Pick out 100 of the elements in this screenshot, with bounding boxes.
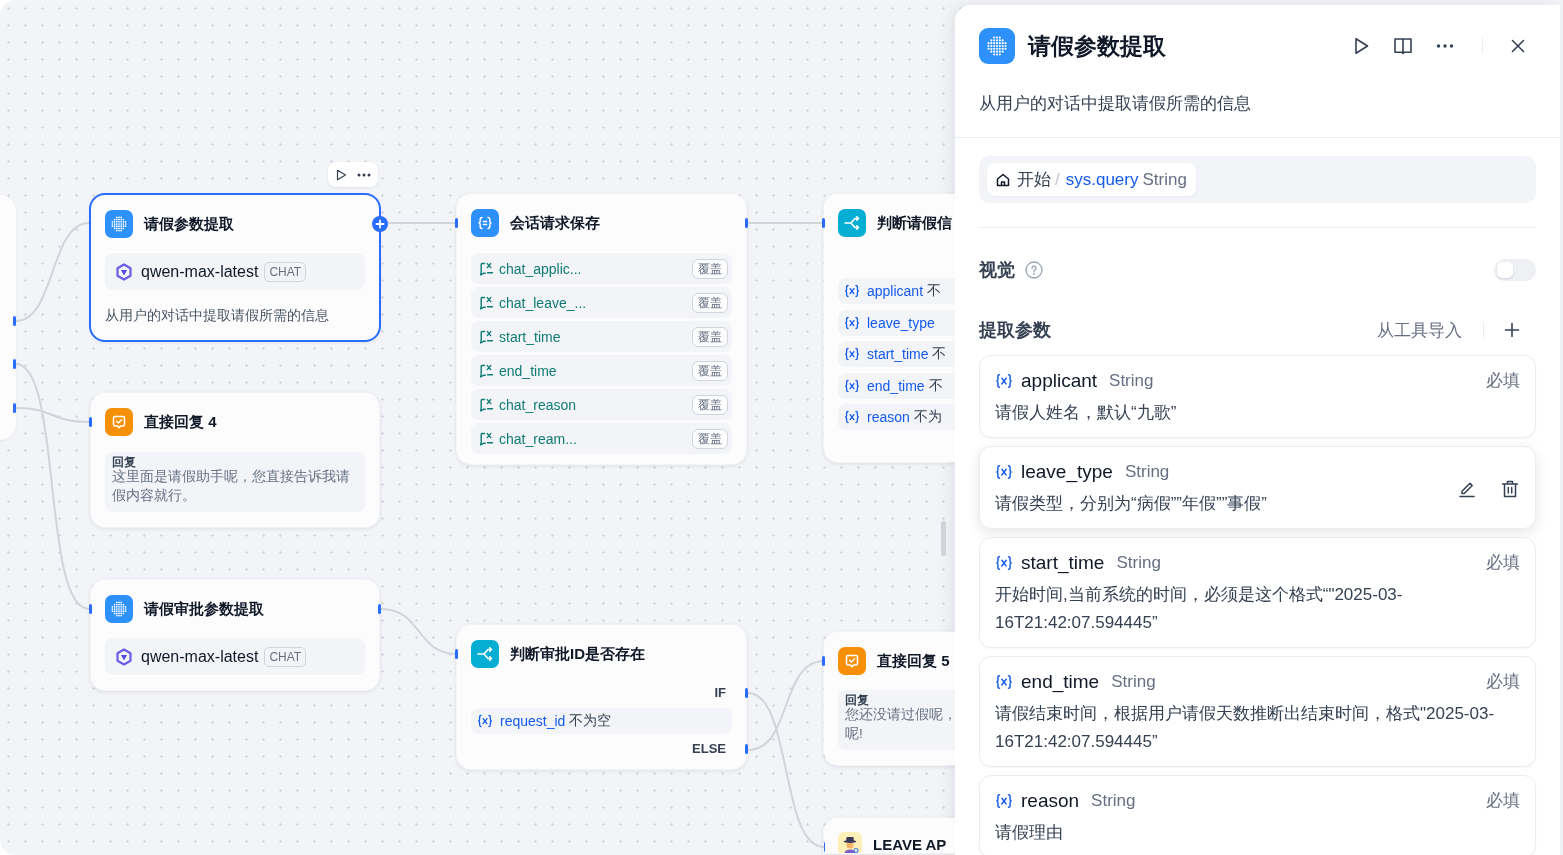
variable-row[interactable]: end_time 覆盖 bbox=[471, 355, 732, 386]
condition-variable: end_time bbox=[867, 377, 925, 394]
node-card[interactable]: 直接回复 5 回复 您还没请过假呢， 呢! bbox=[822, 630, 955, 767]
panel-description: 从用户的对话中提取请假所需的信息 bbox=[979, 93, 1252, 115]
parameter-card[interactable]: applicant String 必填 请假人姓名，默认“九歌” bbox=[979, 355, 1536, 438]
variable-row[interactable]: start_time 覆盖 bbox=[471, 321, 732, 352]
connection-handle[interactable] bbox=[822, 218, 825, 228]
connection-handle[interactable] bbox=[13, 403, 16, 413]
condition-row[interactable]: reason 不为 bbox=[838, 404, 955, 430]
connection-handle[interactable] bbox=[13, 316, 16, 326]
connection-handle[interactable] bbox=[89, 417, 92, 427]
required-label: 必填 bbox=[1486, 370, 1520, 392]
reply-text: 您还没请过假呢， 呢! bbox=[845, 706, 955, 743]
condition-row[interactable]: start_time 不 bbox=[838, 341, 955, 367]
parameter-card[interactable]: leave_type String 请假类型，分别为“病假””年假””事假” bbox=[979, 446, 1536, 529]
condition-variable: leave_type bbox=[867, 314, 935, 331]
variable-name: end_time bbox=[499, 362, 557, 379]
node-card[interactable]: 判断审批ID是否存在 IF request_id 不为空 ELSE bbox=[455, 623, 748, 771]
node-card[interactable]: 会话请求保存 chat_applic... 覆盖 chat_leave_... 覆盖 start_time 覆盖 end_time 覆盖 chat_reason 覆盖 chat_ream... 覆盖 bbox=[455, 192, 748, 466]
branch-label: IF bbox=[471, 684, 732, 702]
book-icon[interactable] bbox=[1393, 36, 1413, 56]
node-card[interactable]: 直接回复 4 回复 这里面是请假助手呢，您直接告诉我请假内容就行。 bbox=[89, 391, 381, 529]
condition-operator: 不为空 bbox=[569, 712, 612, 730]
parameter-name: leave_type bbox=[1021, 461, 1113, 483]
import-from-tool-link[interactable]: 从工具导入 bbox=[1377, 318, 1462, 342]
connection-handle[interactable] bbox=[89, 604, 92, 614]
connection-handle[interactable] bbox=[455, 218, 458, 228]
condition-row[interactable]: applicant 不 bbox=[838, 278, 955, 304]
reply-label: 回复 bbox=[845, 693, 870, 707]
vision-toggle[interactable] bbox=[1494, 259, 1536, 281]
variable-row[interactable]: chat_leave_... 覆盖 bbox=[471, 287, 732, 318]
write-mode-tag: 覆盖 bbox=[692, 292, 728, 313]
variable-icon bbox=[844, 314, 860, 331]
vision-label: 视觉 bbox=[979, 259, 1015, 282]
node-card[interactable]: 请假审批参数提取 qwen-max-latest CHAT bbox=[89, 578, 381, 692]
branch-label: ELSE bbox=[471, 740, 732, 758]
parameter-description: 请假人姓名，默认“九歌” bbox=[995, 402, 1178, 424]
chat-variable-icon bbox=[479, 362, 495, 379]
variable-icon bbox=[844, 377, 860, 394]
node-card[interactable]: 请假参数提取 qwen-max-latest CHAT 从用户的对话中提取请假所需的信息 bbox=[89, 193, 381, 342]
condition-row[interactable]: end_time 不 bbox=[838, 372, 955, 399]
condition-operator: 不为 bbox=[913, 408, 942, 426]
variable-row[interactable]: chat_applic... 覆盖 bbox=[471, 253, 732, 284]
condition-row[interactable]: leave_type bbox=[838, 309, 955, 336]
trash-icon[interactable] bbox=[1500, 479, 1520, 499]
panel-title: 请假参数提取 bbox=[1028, 31, 1166, 61]
condition-row[interactable]: request_id 不为空 bbox=[471, 708, 732, 734]
condition-variable: start_time bbox=[867, 346, 929, 362]
variable-icon bbox=[477, 713, 493, 729]
hexagon-logo-icon bbox=[115, 262, 133, 281]
parameter-type: String bbox=[1109, 371, 1154, 391]
condition-operator: 不 bbox=[932, 345, 947, 363]
model-name: qwen-max-latest bbox=[141, 262, 259, 281]
play-icon[interactable] bbox=[335, 168, 347, 181]
variable-name: chat_leave_... bbox=[499, 294, 587, 311]
variable-chip[interactable]: 开始 / sys.query String bbox=[987, 163, 1196, 196]
variable-row[interactable]: chat_ream... 覆盖 bbox=[471, 423, 732, 454]
variable-icon bbox=[844, 346, 860, 362]
chat-bubble-check-icon bbox=[838, 647, 866, 675]
variable-input-field[interactable]: 开始 / sys.query String bbox=[979, 156, 1536, 203]
connection-handle[interactable] bbox=[378, 604, 381, 614]
variable-name: sys.query bbox=[1065, 169, 1139, 190]
node-card[interactable]: 判断请假信 applicant 不 leave_type start_time 不 end_time 不 reason 不为 bbox=[822, 192, 955, 464]
connection-handle[interactable] bbox=[745, 744, 748, 754]
mode-tag: CHAT bbox=[264, 261, 307, 282]
variable-icon bbox=[844, 409, 860, 425]
resize-handle[interactable] bbox=[941, 521, 946, 556]
parameter-card[interactable]: end_time String 必填 请假结束时间，根据用户请假天数推断出结束时间，格式"2025-03-16T21:42:07.594445” bbox=[979, 656, 1536, 767]
close-icon[interactable] bbox=[1510, 38, 1526, 54]
node-description: 从用户的对话中提取请假所需的信息 bbox=[105, 306, 330, 325]
parameter-card[interactable]: start_time String 必填 开始时间,当前系统的时间，必须是这个格式“"2025-03-16T21:42:07.594445” bbox=[979, 537, 1536, 648]
variable-icon bbox=[995, 372, 1013, 390]
parameter-name: applicant bbox=[1021, 370, 1098, 392]
variable-type: String bbox=[1142, 169, 1187, 190]
parameter-description: 开始时间,当前系统的时间，必须是这个格式“"2025-03-16T21:42:07.594445” bbox=[995, 584, 1404, 634]
plus-icon[interactable] bbox=[372, 216, 388, 232]
help-icon[interactable] bbox=[1025, 261, 1043, 279]
connection-handle[interactable] bbox=[822, 656, 825, 666]
connection-handle[interactable] bbox=[745, 688, 748, 698]
more-icon[interactable] bbox=[357, 172, 371, 177]
condition-operator: 不 bbox=[927, 282, 942, 300]
parameter-card[interactable]: reason String 必填 请假理由 bbox=[979, 775, 1536, 855]
plus-icon[interactable] bbox=[1504, 322, 1520, 338]
write-mode-tag: 覆盖 bbox=[692, 428, 728, 449]
connection-handle[interactable] bbox=[745, 218, 748, 228]
write-mode-tag: 覆盖 bbox=[692, 360, 728, 381]
home-icon bbox=[995, 171, 1011, 188]
node-title: 直接回复 4 bbox=[144, 412, 217, 432]
variable-name: chat_applic... bbox=[499, 260, 582, 277]
chat-variable-icon bbox=[479, 328, 495, 345]
connection-handle[interactable] bbox=[13, 359, 16, 369]
variable-row[interactable]: chat_reason 覆盖 bbox=[471, 389, 732, 420]
node-card[interactable]: LEAVE AP bbox=[822, 816, 955, 855]
source-node-name: 开始 bbox=[1017, 169, 1051, 191]
parameter-description: 请假类型，分别为“病假””年假””事假” bbox=[995, 493, 1268, 515]
node-title: 判断请假信 bbox=[877, 213, 952, 233]
section-title: 提取参数 bbox=[979, 319, 1051, 342]
variable-icon bbox=[995, 463, 1013, 481]
connection-handle[interactable] bbox=[455, 649, 458, 659]
variable-icon bbox=[844, 283, 860, 299]
